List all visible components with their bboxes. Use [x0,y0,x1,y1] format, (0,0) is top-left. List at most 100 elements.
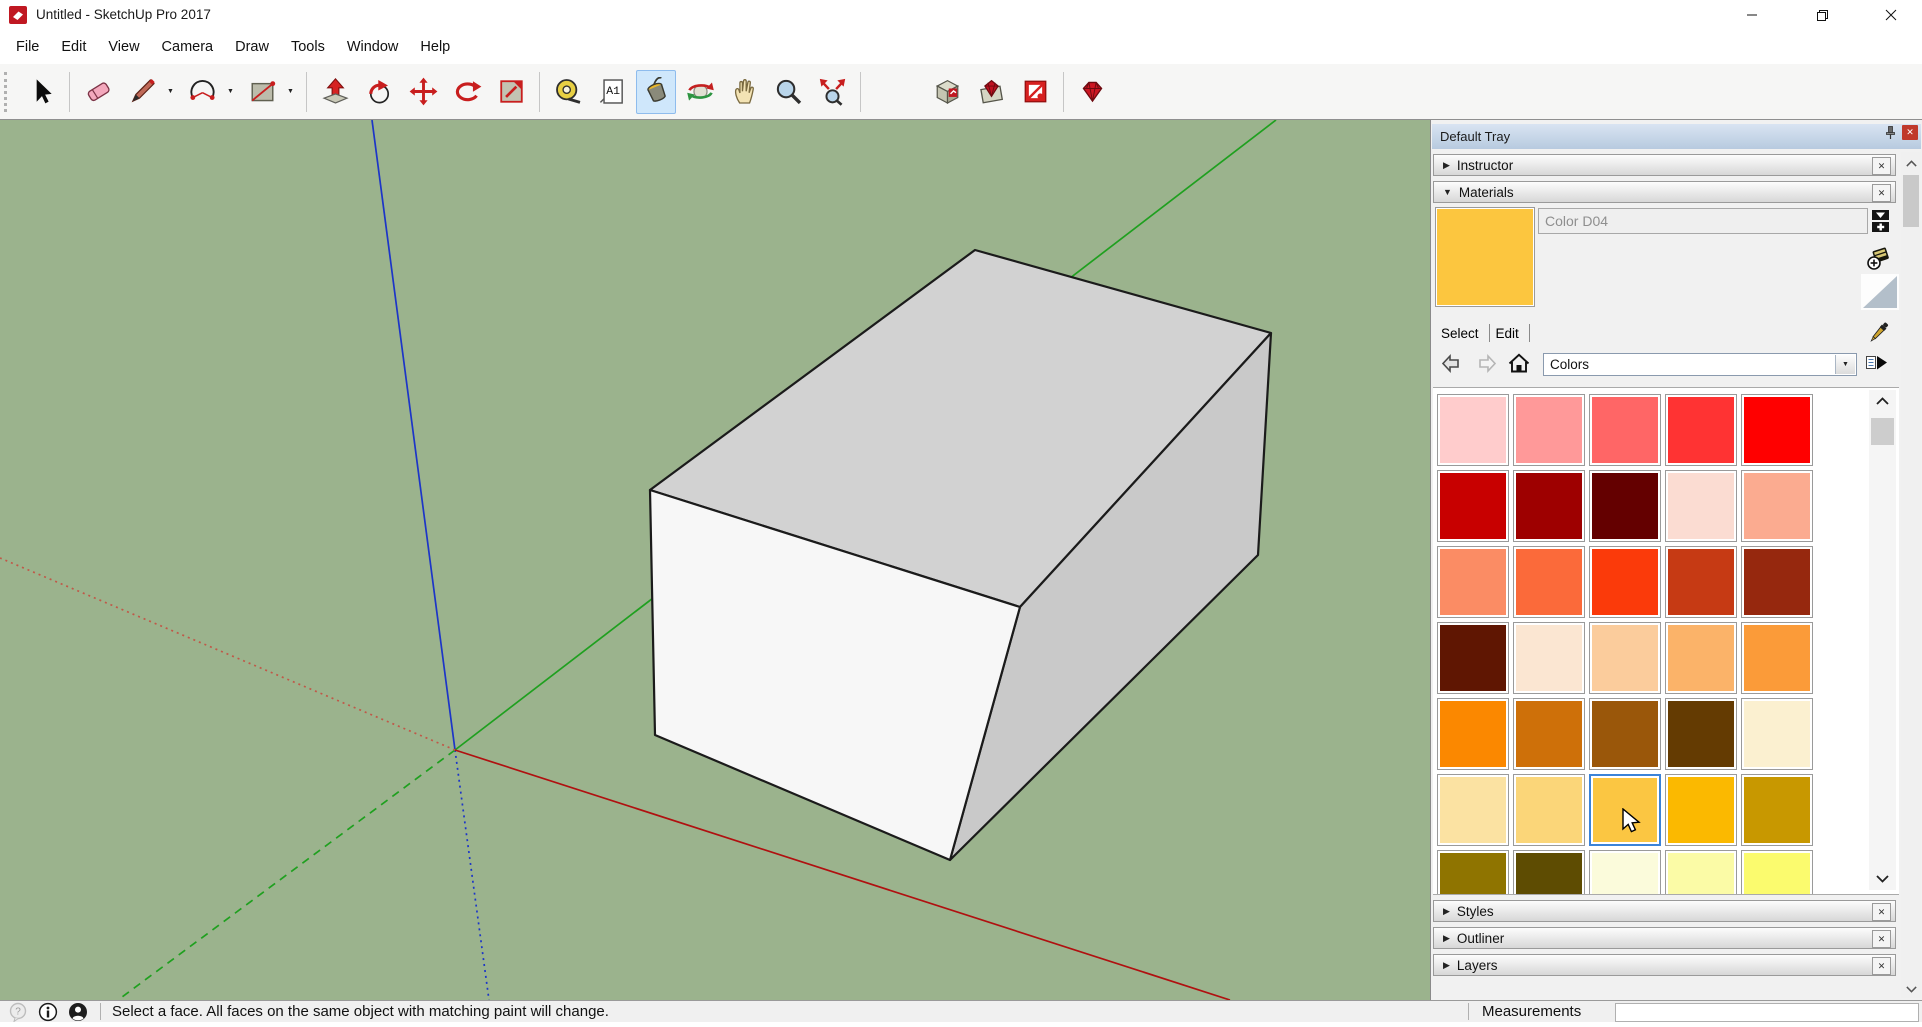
color-swatch[interactable] [1437,622,1509,694]
home-icon[interactable] [1507,352,1531,376]
tray-header[interactable]: Default Tray [1432,124,1921,149]
offset-icon[interactable] [491,70,531,114]
layout-icon[interactable] [1015,70,1055,114]
pencil-line-icon[interactable] [122,70,162,114]
follow-me-icon[interactable] [359,70,399,114]
zoom-icon[interactable] [768,70,808,114]
color-swatch[interactable] [1589,546,1661,618]
menu-item-tools[interactable]: Tools [280,39,336,55]
tab-edit[interactable]: Edit [1490,326,1529,341]
menu-item-view[interactable]: View [97,39,150,55]
arc-icon[interactable] [182,70,222,114]
menu-item-draw[interactable]: Draw [224,39,280,55]
color-swatch[interactable] [1741,470,1813,542]
scrollbar-thumb[interactable] [1871,418,1894,445]
color-swatch[interactable] [1513,850,1585,895]
color-swatch[interactable] [1513,394,1585,466]
model-viewport[interactable] [0,120,1430,1000]
shape-rectangle-icon[interactable] [242,70,282,114]
collection-dropdown[interactable]: Colors ▼ [1543,353,1857,376]
menu-item-edit[interactable]: Edit [50,39,97,55]
toolbar-grip[interactable] [4,72,10,112]
color-swatch[interactable] [1665,698,1737,770]
panel-close-icon[interactable]: ✕ [1872,157,1891,175]
color-swatch[interactable] [1437,850,1509,895]
collapse-arrow-icon[interactable]: ▶ [1434,160,1457,171]
panel-close-icon[interactable]: ✕ [1872,184,1891,202]
tray-scrollbar[interactable] [1901,152,1921,998]
shape-rectangle-dropdown-icon[interactable]: ▼ [284,71,297,113]
color-swatch[interactable] [1513,470,1585,542]
color-swatch[interactable] [1589,394,1661,466]
text-icon[interactable]: A1 [592,70,632,114]
material-name-input[interactable] [1538,208,1868,234]
menu-item-camera[interactable]: Camera [151,39,225,55]
back-arrow-icon[interactable] [1439,352,1463,376]
color-swatch[interactable] [1741,850,1813,895]
measurements-input[interactable] [1615,1003,1919,1022]
color-swatch[interactable] [1513,698,1585,770]
scroll-up-icon[interactable] [1901,152,1921,174]
color-swatch[interactable] [1437,774,1509,846]
menu-item-help[interactable]: Help [409,39,461,55]
forward-arrow-icon[interactable] [1475,352,1499,376]
push-pull-icon[interactable] [315,70,355,114]
color-swatch[interactable] [1513,546,1585,618]
chevron-down-icon[interactable]: ▼ [1835,355,1855,374]
color-swatch[interactable] [1741,774,1813,846]
user-account-icon[interactable] [68,1002,88,1022]
minimize-button[interactable] [1722,1,1782,29]
menu-item-window[interactable]: Window [336,39,410,55]
tab-select[interactable]: Select [1435,326,1489,341]
create-material-icon[interactable] [1866,244,1894,272]
menu-item-file[interactable]: File [5,39,50,55]
color-swatch[interactable] [1589,850,1661,895]
color-swatch[interactable] [1741,546,1813,618]
panel-bar-layers[interactable]: ▶ Layers ✕ [1433,954,1896,976]
panel-bar-instructor[interactable]: ▶ Instructor ✕ [1433,154,1896,176]
panel-bar-styles[interactable]: ▶ Styles ✕ [1433,900,1896,922]
panel-bar-outliner[interactable]: ▶ Outliner ✕ [1433,927,1896,949]
tape-measure-icon[interactable] [548,70,588,114]
color-swatch[interactable] [1741,394,1813,466]
rotate-icon[interactable] [447,70,487,114]
warehouse-icon[interactable] [927,70,967,114]
panel-bar-materials[interactable]: ▼ Materials ✕ [1433,181,1896,203]
color-swatch[interactable] [1513,622,1585,694]
collapse-arrow-icon[interactable]: ▶ [1434,906,1457,917]
color-swatch[interactable] [1437,394,1509,466]
color-swatch[interactable] [1665,546,1737,618]
color-swatch[interactable] [1437,546,1509,618]
color-swatch[interactable] [1589,470,1661,542]
scroll-down-icon[interactable] [1901,978,1921,1000]
panel-close-icon[interactable]: ✕ [1872,957,1891,975]
close-button[interactable] [1861,1,1921,29]
color-swatch[interactable] [1437,470,1509,542]
restore-button[interactable] [1792,1,1852,29]
color-swatch[interactable] [1665,774,1737,846]
swatch-scrollbar[interactable] [1869,390,1896,890]
color-swatch[interactable] [1741,622,1813,694]
extension-warehouse-icon[interactable] [971,70,1011,114]
panel-close-icon[interactable]: ✕ [1872,930,1891,948]
color-swatch[interactable] [1665,622,1737,694]
scroll-up-icon[interactable] [1869,390,1896,412]
expand-arrow-icon[interactable]: ▼ [1434,187,1459,197]
color-swatch[interactable] [1665,470,1737,542]
scrollbar-thumb[interactable] [1903,175,1919,227]
scroll-down-icon[interactable] [1869,868,1896,890]
zoom-extents-icon[interactable] [812,70,852,114]
paint-bucket-icon[interactable] [636,70,676,114]
info-icon[interactable] [38,1002,58,1022]
color-swatch[interactable] [1589,622,1661,694]
secondary-pane-icon[interactable] [1869,208,1893,234]
pencil-line-dropdown-icon[interactable]: ▼ [164,71,177,113]
panel-close-icon[interactable]: ✕ [1872,903,1891,921]
pin-icon[interactable] [1883,125,1898,140]
pan-icon[interactable] [724,70,764,114]
color-swatch[interactable] [1665,850,1737,895]
eraser-icon[interactable] [78,70,118,114]
move-icon[interactable] [403,70,443,114]
color-swatch[interactable] [1665,394,1737,466]
color-swatch[interactable] [1741,698,1813,770]
